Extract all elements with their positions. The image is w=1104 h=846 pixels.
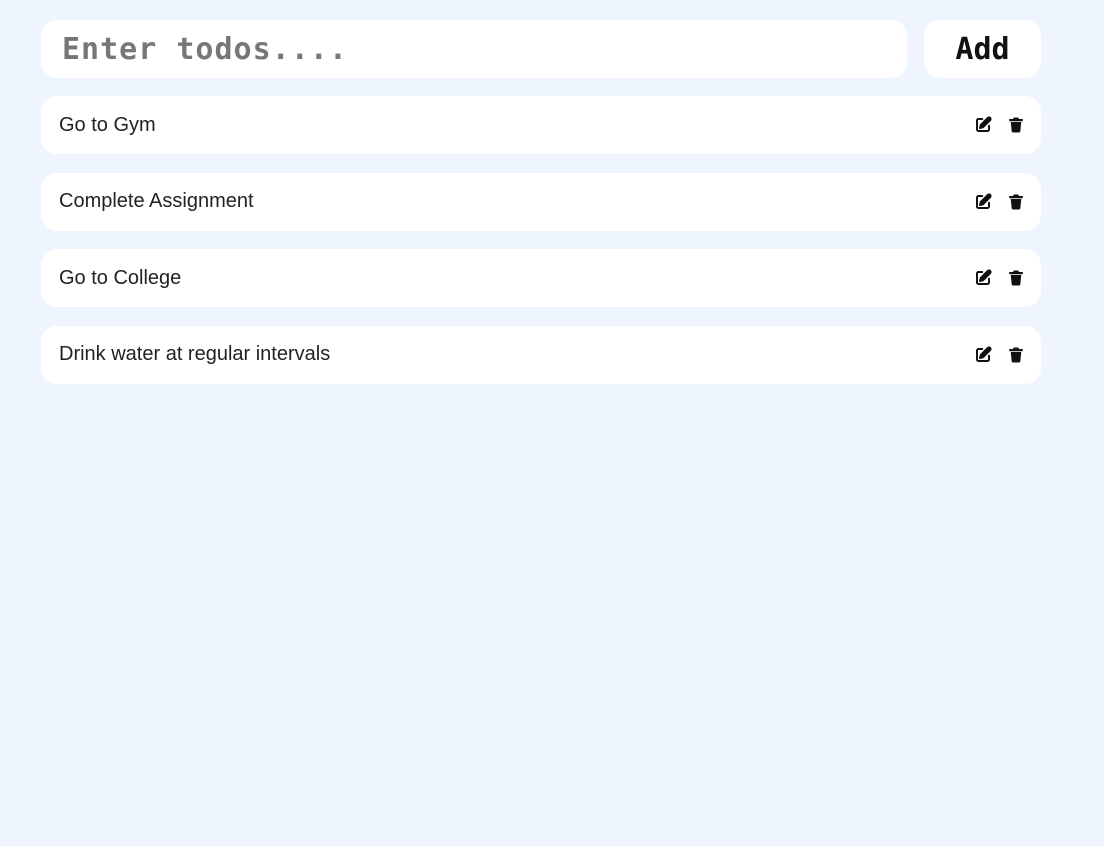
todo-item: Drink water at regular intervals [41,325,1041,384]
edit-icon[interactable] [974,269,992,287]
trash-icon[interactable] [1007,269,1025,287]
todo-text: Drink water at regular intervals [59,343,331,365]
todo-item: Go to College [41,249,1041,307]
todo-item: Go to Gym [41,96,1041,154]
todo-actions [974,269,1025,287]
trash-icon[interactable] [1007,116,1025,134]
todo-text: Complete Assignment [59,190,254,212]
todo-app: Add Go to Gym Compl [0,0,1104,846]
todo-actions [974,345,1025,364]
todo-input[interactable] [41,20,907,78]
todo-item: Complete Assignment [41,172,1041,231]
add-button[interactable]: Add [924,20,1041,78]
edit-icon[interactable] [974,192,992,211]
edit-icon[interactable] [974,116,992,134]
todo-actions [974,116,1025,134]
edit-icon[interactable] [974,345,992,364]
todo-text: Go to Gym [59,113,156,136]
todo-actions [974,192,1025,211]
trash-icon[interactable] [1007,346,1025,364]
trash-icon[interactable] [1007,193,1025,211]
todo-text: Go to College [59,266,182,289]
todo-list: Go to Gym Complete Assignment Go to Coll… [41,96,1041,402]
todo-input-row: Add [41,20,1041,78]
